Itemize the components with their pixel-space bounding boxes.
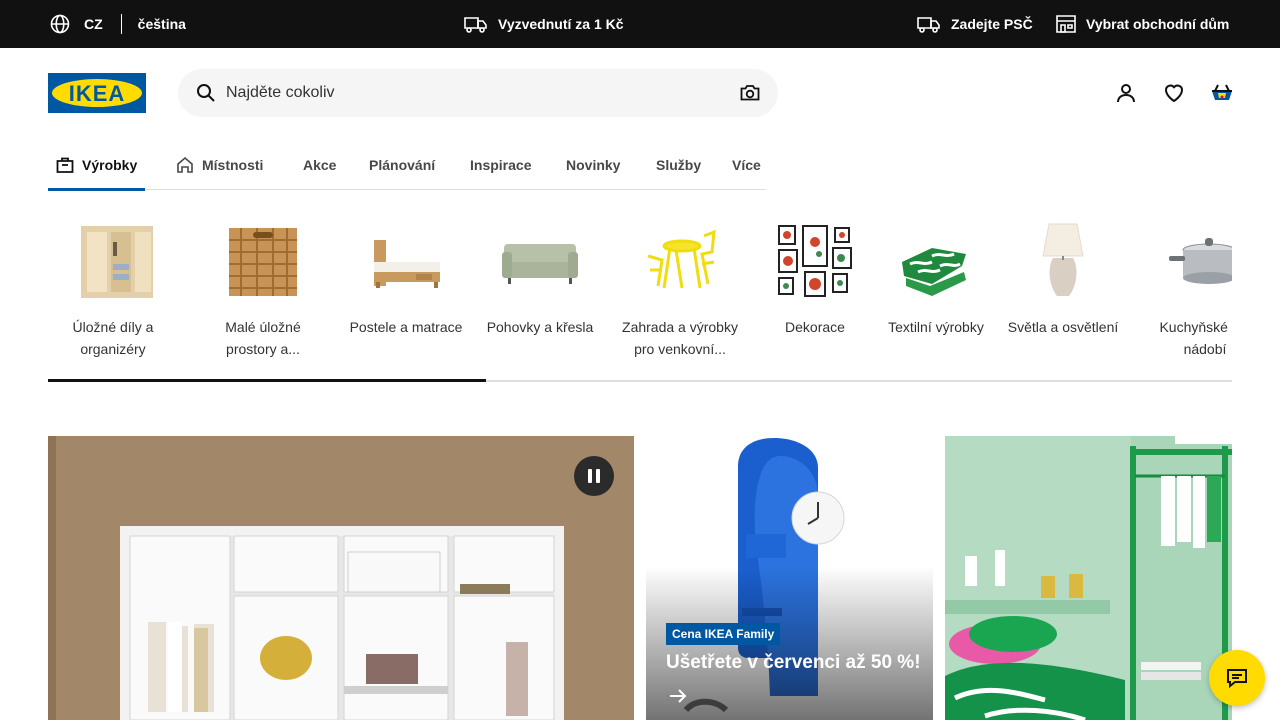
picture-frames-image [775,222,855,302]
tab-more[interactable]: Více [732,140,761,190]
pause-icon-bar [588,469,592,483]
top-bar: CZ čeština Vyzvednutí za 1 Kč Zadejte PS… [0,0,1280,48]
store-text: Vybrat obchodní dům [1086,16,1230,32]
category-label: Kuchyňské a snádobí [1159,319,1232,357]
wardrobe-photo [48,436,634,720]
hero-card-promo[interactable] [646,436,933,720]
category-label: Postele a matrace [349,319,463,335]
basket-image [223,222,303,302]
tab-label: Více [732,157,761,173]
language-divider [120,14,122,34]
ikea-logo[interactable]: IKEA [48,73,146,113]
bag-icon [56,157,74,173]
tab-rooms[interactable]: Místnosti [176,140,263,190]
chat-icon [1227,669,1247,689]
tab-planning[interactable]: Plánování [369,140,435,190]
tab-products[interactable]: Výrobky [47,140,146,191]
hero-card-bedroom[interactable] [945,436,1232,720]
category-item[interactable]: Dekorace [750,222,880,338]
tab-label: Akce [303,157,337,173]
arrow-right-icon[interactable] [668,686,688,706]
garden-furniture-image [640,222,720,302]
lamp-image [1023,222,1103,302]
tab-sale[interactable]: Akce [303,140,336,190]
category-item[interactable]: Postele a matrace [341,222,471,338]
camera-icon[interactable] [740,83,760,103]
pause-icon-bar [596,469,600,483]
ikea-family-badge: Cena IKEA Family [666,623,781,645]
tab-label: Místnosti [202,157,264,173]
pot-image [1165,222,1232,302]
tab-inspiration[interactable]: Inspirace [470,140,531,190]
hero-banner-wardrobe[interactable] [48,436,634,720]
language-code: CZ [84,16,103,32]
pickup-link[interactable]: Vyzvednutí za 1 Kč [464,0,624,48]
textiles-image [896,222,976,302]
category-item[interactable]: Textilní výrobky [871,222,1001,338]
tab-services[interactable]: Služby [656,140,701,190]
category-item[interactable]: Úložné díly a organizéry [48,222,178,360]
search-input[interactable] [226,69,726,117]
category-item[interactable]: Zahrada a výrobky pro venkovní... [615,222,745,360]
blue-clock-photo [646,436,933,720]
category-label: Dekorace [785,319,845,335]
category-label: Úložné díly a organizéry [72,319,154,357]
category-label: Pohovky a křesla [486,319,594,335]
category-label: Malé úložné prostory a... [225,319,301,357]
postcode-link[interactable]: Zadejte PSČ [917,0,1033,48]
tab-label: Novinky [566,157,621,173]
wardrobe-image [73,222,155,302]
truck-icon [464,17,487,33]
category-label: Zahrada a výrobky pro venkovní... [622,319,738,357]
category-item[interactable]: Malé úložné prostory a... [198,222,328,360]
globe-icon [50,14,70,34]
pause-button[interactable] [574,456,614,496]
logo-text: IKEA [68,81,126,106]
postcode-text: Zadejte PSČ [951,16,1033,32]
tab-label: Výrobky [82,157,138,173]
main-nav: Výrobky Místnosti Akce Plánování Inspira… [47,140,766,191]
shopping-bag-icon[interactable] [1210,81,1234,105]
category-label: Světla a osvětlení [1007,319,1119,335]
truck-icon [917,17,940,33]
tab-label: Služby [656,157,702,173]
bedroom-photo [945,436,1232,720]
tab-new[interactable]: Novinky [566,140,620,190]
language-name: čeština [137,16,186,32]
user-icon[interactable] [1114,81,1138,105]
chat-button[interactable] [1209,650,1265,706]
tab-label: Inspirace [470,157,532,173]
sofa-image [500,222,580,302]
house-icon [177,156,193,173]
category-item[interactable]: Pohovky a křesla [475,222,605,338]
bed-image [366,222,446,302]
category-item[interactable]: Světla a osvětlení [998,222,1128,338]
store-selector[interactable]: Vybrat obchodní dům [1056,0,1229,48]
promo-headline[interactable]: Ušetřete v červenci až 50 %! [666,652,921,674]
heart-icon[interactable] [1162,81,1186,105]
search-icon[interactable] [196,83,216,103]
carousel-scroll-thumb[interactable] [48,379,486,382]
category-carousel[interactable]: Úložné díly a organizéry Malé úložné prost… [48,210,1232,370]
category-label: Textilní výrobky [888,319,984,335]
search-bar[interactable] [178,69,778,117]
tab-label: Plánování [369,157,436,173]
language-selector[interactable]: CZ čeština [50,0,186,48]
category-item[interactable]: Kuchyňské a snádobí [1140,222,1232,360]
store-icon [1056,15,1076,33]
pickup-text: Vyzvednutí za 1 Kč [498,16,624,32]
